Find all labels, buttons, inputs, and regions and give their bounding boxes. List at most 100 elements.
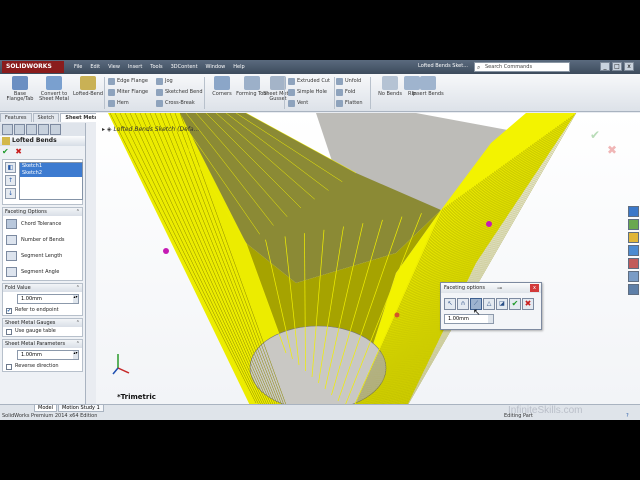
move-down-button[interactable]: ↓	[5, 188, 16, 199]
cancel-button[interactable]: ✖	[15, 147, 22, 156]
menu-item[interactable]: Tools	[146, 61, 166, 73]
ribbon-button[interactable]: Convert to Sheet Metal	[38, 76, 70, 110]
ribbon-small-button[interactable]: Extruded Cut	[288, 77, 330, 86]
graphics-area[interactable]: ▸ ◈ Lofted Bends Sketch (Defa...	[96, 113, 640, 404]
model-tab[interactable]: Model	[34, 405, 58, 412]
number-of-bends-tool[interactable]: ∩	[457, 298, 469, 310]
ribbon-separator	[334, 77, 335, 109]
ok-button[interactable]: ✔	[2, 147, 9, 156]
vertex-point[interactable]	[486, 221, 492, 227]
vertex-point[interactable]	[163, 248, 169, 254]
collapse-icon[interactable]: ⌃	[76, 208, 80, 216]
checkbox-icon[interactable]	[6, 364, 12, 370]
ribbon-small-button[interactable]: Hem	[108, 99, 129, 108]
design-library-tab-icon[interactable]	[628, 219, 639, 230]
popup-titlebar[interactable]: Faceting options ⊸ x	[441, 283, 541, 293]
manager-tabs	[0, 123, 85, 136]
collapse-icon[interactable]: ⌃	[76, 284, 80, 292]
ribbon-label: Lofted-Bend	[72, 91, 104, 97]
popup-close-button[interactable]: x	[530, 284, 539, 292]
use-gauge-checkbox[interactable]: Use gauge table	[3, 327, 82, 336]
profiles-list[interactable]: Sketch1 Sketch2	[19, 162, 83, 200]
refer-endpoint-checkbox[interactable]: ✔ Refer to endpoint	[3, 306, 82, 315]
ribbon-button[interactable]: Insert Bends	[412, 76, 444, 110]
ribbon-small-button[interactable]: Vent	[288, 99, 308, 108]
property-manager-header: Lofted Bends	[0, 136, 85, 146]
fold-value-input[interactable]: 1.00mm ▴▾	[17, 294, 79, 304]
checkbox-icon[interactable]: ✔	[6, 308, 12, 314]
help-icon[interactable]: ?	[626, 412, 629, 420]
command-tab[interactable]: Sketch	[32, 113, 60, 122]
menu-item[interactable]: File	[70, 61, 86, 73]
property-manager-tab-icon[interactable]	[14, 124, 25, 135]
menu-item[interactable]: Edit	[86, 61, 104, 73]
confirm-corner-cancel-icon[interactable]: ✖	[607, 143, 617, 157]
reverse-direction-checkbox[interactable]: Reverse direction	[3, 362, 82, 371]
popup-cancel-button[interactable]: ✖	[522, 298, 534, 310]
spin-icon[interactable]: ▴▾	[73, 351, 78, 359]
move-up-button[interactable]: ↑	[5, 175, 16, 186]
group-header[interactable]: Fold Value ⌃	[3, 284, 82, 292]
popup-ok-button[interactable]: ✔	[509, 298, 521, 310]
file-explorer-tab-icon[interactable]	[628, 232, 639, 243]
confirm-corner-ok-icon[interactable]: ✔	[590, 128, 600, 142]
appearances-tab-icon[interactable]	[628, 258, 639, 269]
minimize-button[interactable]: _	[600, 62, 610, 71]
group-header[interactable]: Sheet Metal Parameters ⌃	[3, 340, 82, 348]
other-tool[interactable]: ◪	[496, 298, 508, 310]
display-manager-tab-icon[interactable]	[50, 124, 61, 135]
motion-study-tab[interactable]: Motion Study 1	[58, 405, 104, 412]
custom-properties-tab-icon[interactable]	[628, 271, 639, 282]
ribbon-button[interactable]: Lofted-Bend	[72, 76, 104, 110]
checkbox-label: Reverse direction	[15, 363, 59, 369]
menu-item[interactable]: Insert	[124, 61, 146, 73]
segment-angle-tool[interactable]: △	[483, 298, 495, 310]
collapse-icon[interactable]: ⌃	[76, 340, 80, 348]
segment-length-option[interactable]: Segment Length	[3, 248, 82, 264]
segment-angle-option[interactable]: Segment Angle	[3, 264, 82, 280]
ribbon-small-button[interactable]: Edge Flange	[108, 77, 148, 86]
checkbox-icon[interactable]	[6, 329, 12, 335]
chord-tolerance-tool[interactable]: ↖	[444, 298, 456, 310]
ribbon-small-button[interactable]: Flatten	[336, 99, 363, 108]
number-of-bends-option[interactable]: Number of Bends	[3, 232, 82, 248]
spin-icon[interactable]: ▴▾	[73, 295, 78, 303]
part-icon: ▸ ◈	[102, 126, 114, 133]
ribbon-small-button[interactable]: Fold	[336, 88, 355, 97]
ribbon-small-button[interactable]: Sketched Bend	[156, 88, 203, 97]
menu-item[interactable]: View	[104, 61, 124, 73]
ribbon-small-button[interactable]: Cross-Break	[156, 99, 195, 108]
ribbon-button[interactable]: Corners	[206, 76, 238, 110]
spin-icon[interactable]	[488, 315, 493, 323]
popup-value-input[interactable]: 1.00mm	[444, 314, 494, 324]
resources-tab-icon[interactable]	[628, 206, 639, 217]
dimxpert-tab-icon[interactable]	[38, 124, 49, 135]
group-header[interactable]: Sheet Metal Gauges ⌃	[3, 319, 82, 327]
view-palette-tab-icon[interactable]	[628, 245, 639, 256]
collapse-icon[interactable]: ⌃	[76, 319, 80, 327]
feature-tree-tab-icon[interactable]	[2, 124, 13, 135]
group-header[interactable]: Faceting Options ⌃	[3, 208, 82, 216]
menu-item[interactable]: 3DContent	[167, 61, 202, 73]
lofted-bend-model[interactable]	[96, 113, 640, 404]
list-item[interactable]: Sketch2	[20, 170, 82, 177]
command-tab[interactable]: Features	[0, 113, 32, 122]
feature-tree-flyout[interactable]: ▸ ◈ Lofted Bends Sketch (Defa...	[102, 126, 199, 133]
ribbon-small-button[interactable]: Jog	[156, 77, 173, 86]
forum-tab-icon[interactable]	[628, 284, 639, 295]
pin-icon[interactable]: ⊸	[497, 284, 502, 294]
close-button[interactable]: x	[624, 62, 634, 71]
search-commands-input[interactable]: ⌕ Search Commands	[474, 62, 570, 72]
profile-icon[interactable]: ◧	[5, 162, 16, 173]
ribbon-small-button[interactable]: Simple Hole	[288, 88, 327, 97]
thickness-input[interactable]: 1.00mm ▴▾	[17, 350, 79, 360]
ribbon-small-button[interactable]: Unfold	[336, 77, 361, 86]
config-manager-tab-icon[interactable]	[26, 124, 37, 135]
ribbon-small-button[interactable]: Miter Flange	[108, 88, 148, 97]
maximize-button[interactable]: □	[612, 62, 622, 71]
list-item[interactable]: Sketch1	[20, 163, 82, 170]
menu-item[interactable]: Window	[202, 61, 230, 73]
ribbon-button[interactable]: Base Flange/Tab	[4, 76, 36, 110]
menu-item[interactable]: Help	[229, 61, 248, 73]
chord-tolerance-option[interactable]: Chord Tolerance	[3, 216, 82, 232]
